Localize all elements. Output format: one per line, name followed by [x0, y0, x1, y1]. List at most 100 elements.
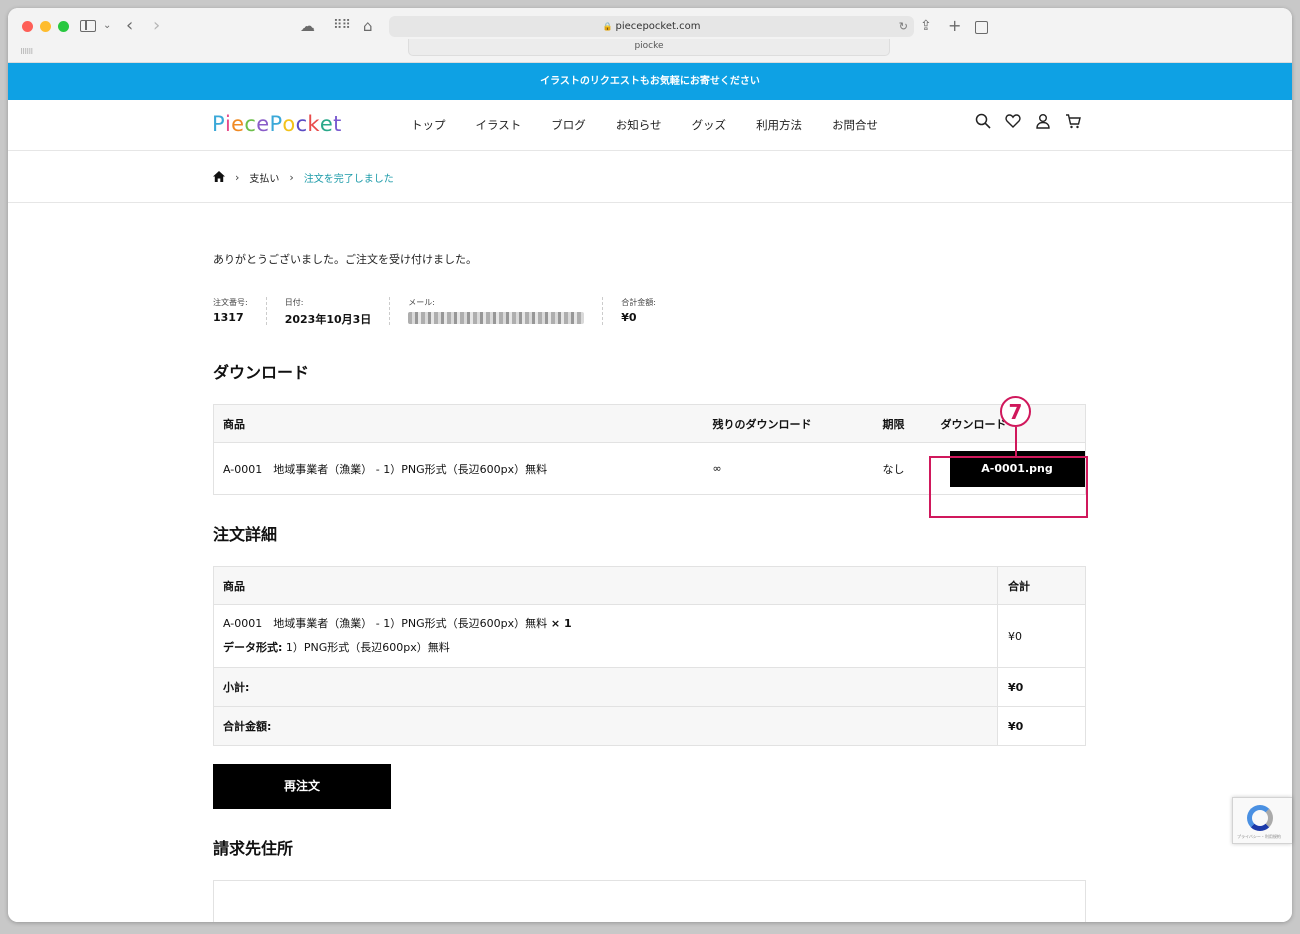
nav-item-1[interactable]: イラスト — [476, 117, 522, 133]
web-page: イラストのリクエストもお気軽にお寄せください PiecePocket トップ イラ… — [8, 63, 1292, 922]
downloads-title: ダウンロード — [213, 363, 310, 382]
subtotal-row: 小計: ¥0 — [213, 667, 1086, 707]
order-item-meta: データ形式: 1）PNG形式（長辺600px）無料 — [223, 636, 997, 660]
share-icon[interactable]: ⇪ — [920, 16, 932, 36]
order-item-qty: × 1 — [547, 617, 572, 630]
order-number-value: 1317 — [213, 311, 244, 324]
order-date-value: 2023年10月3日 — [284, 313, 372, 326]
cart-icon[interactable] — [1063, 113, 1082, 133]
order-received-content: ありがとうございました。ご注文を受け付けました。 注文番号: 1317 日付: … — [213, 211, 1088, 922]
order-details-table: 商品 合計 A-0001 地域事業者（漁業） - 1）PNG形式（長辺600px… — [213, 566, 1086, 746]
logo-letter: P — [212, 112, 225, 136]
chevron-right-icon: › — [235, 171, 240, 184]
zoom-window-button[interactable] — [58, 21, 69, 32]
step-marker: 7 — [1000, 396, 1031, 427]
logo-letter: e — [231, 112, 245, 136]
order-total-value: ¥0 — [621, 311, 637, 324]
col-expires: 期限 — [873, 404, 932, 443]
nav-item-3[interactable]: お知らせ — [616, 117, 662, 133]
downloads-section: 商品 残りのダウンロード 期限 ダウンロード A-0001 地域事業者（漁業） … — [213, 396, 1088, 518]
chevron-right-icon: › — [289, 171, 294, 184]
nav-item-4[interactable]: グッズ — [692, 117, 727, 133]
order-email-label: メール: — [408, 298, 435, 307]
order-total-label: 合計金額: — [621, 298, 656, 307]
site-header: PiecePocket トップ イラスト ブログ お知らせ グッズ 利用方法 お問合せ — [8, 100, 1292, 151]
logo-letter: t — [333, 112, 342, 136]
logo-letter: c — [244, 112, 257, 136]
home-icon[interactable]: ⌂ — [363, 16, 373, 36]
nav-item-2[interactable]: ブログ — [551, 117, 586, 133]
tab-overview-icon[interactable] — [975, 21, 988, 34]
logo-letter: P — [269, 112, 283, 136]
recaptcha-text[interactable]: プライバシー・利用規約 — [1237, 834, 1281, 840]
table-header-row: 商品 残りのダウンロード 期限 ダウンロード — [213, 404, 1086, 443]
address-bar[interactable]: 🔒 piecepocket.com ↻ — [389, 16, 914, 37]
browser-toolbar: ⌄ ‹ › ☁ ⠿⠿ ⌂ 🔒 piecepocket.com ↻ piocke ⇪… — [8, 8, 1292, 63]
logo-letter: o — [282, 112, 296, 136]
forward-button[interactable]: › — [153, 16, 160, 36]
promo-banner[interactable]: イラストのリクエストもお気軽にお寄せください — [8, 63, 1292, 100]
download-product[interactable]: A-0001 地域事業者（漁業） - 1）PNG形式（長辺600px）無料 — [214, 443, 704, 495]
sidebar-toggle-icon[interactable] — [80, 20, 96, 32]
logo-letter: k — [307, 112, 320, 136]
home-icon[interactable] — [213, 170, 225, 185]
table-row: A-0001 地域事業者（漁業） - 1）PNG形式（長辺600px）無料 × … — [213, 604, 1086, 668]
subtotal-value: ¥0 — [997, 667, 1086, 707]
order-item-total: ¥0 — [997, 604, 1086, 668]
order-number-label: 注文番号: — [213, 298, 248, 307]
order-item-name[interactable]: A-0001 地域事業者（漁業） - 1）PNG形式（長辺600px）無料 — [223, 617, 547, 630]
nav-item-5[interactable]: 利用方法 — [756, 117, 802, 133]
logo-letter: c — [295, 112, 308, 136]
reorder-button[interactable]: 再注文 — [213, 764, 391, 809]
minimize-window-button[interactable] — [40, 21, 51, 32]
format-value: 1）PNG形式（長辺600px）無料 — [282, 641, 450, 654]
nav-item-0[interactable]: トップ — [411, 117, 446, 133]
billing-address-box — [213, 880, 1086, 922]
back-button[interactable]: ‹ — [126, 16, 133, 36]
order-overview: 注文番号: 1317 日付: 2023年10月3日 メール: 合計金額: ¥0 — [213, 297, 1086, 326]
highlight-box — [929, 456, 1088, 518]
tab-strip-icon[interactable]: ⠿⠿⠿ — [20, 48, 33, 56]
url-text: piecepocket.com — [615, 21, 701, 32]
recaptcha-badge[interactable]: プライバシー・利用規約 — [1232, 797, 1292, 844]
close-window-button[interactable] — [22, 21, 33, 32]
search-icon[interactable] — [973, 113, 992, 133]
order-date-label: 日付: — [284, 298, 304, 307]
download-expires: なし — [882, 462, 905, 476]
icloud-tabs-icon[interactable]: ☁ — [300, 16, 315, 36]
breadcrumb-bar: › 支払い › 注文を完了しました — [8, 151, 1292, 203]
site-logo[interactable]: PiecePocket — [212, 112, 342, 136]
total-value: ¥0 — [997, 706, 1086, 746]
email-blurred — [408, 312, 585, 324]
order-number: 注文番号: 1317 — [213, 297, 267, 325]
col-product: 商品 — [213, 566, 998, 605]
new-tab-button[interactable]: + — [948, 16, 961, 36]
logo-letter: e — [319, 112, 334, 136]
browser-window: ⌄ ‹ › ☁ ⠿⠿ ⌂ 🔒 piecepocket.com ↻ piocke ⇪… — [8, 8, 1292, 922]
reload-icon[interactable]: ↻ — [899, 16, 908, 37]
breadcrumb-item-payment[interactable]: 支払い — [249, 170, 279, 185]
billing-address-title: 請求先住所 — [213, 839, 294, 858]
heart-icon[interactable] — [1003, 113, 1022, 133]
nav-item-6[interactable]: お問合せ — [832, 117, 878, 133]
order-date: 日付: 2023年10月3日 — [267, 297, 391, 326]
thank-you-message: ありがとうございました。ご注文を受け付けました。 — [213, 253, 477, 266]
order-details-title: 注文詳細 — [213, 525, 278, 544]
grid-icon[interactable]: ⠿⠿ — [333, 16, 351, 36]
recaptcha-icon — [1247, 805, 1273, 831]
main-nav: トップ イラスト ブログ お知らせ グッズ 利用方法 お問合せ — [411, 117, 908, 133]
total-label: 合計金額: — [213, 706, 998, 746]
col-product: 商品 — [213, 404, 704, 443]
user-icon[interactable] — [1033, 113, 1052, 133]
col-remaining: 残りのダウンロード — [703, 404, 874, 443]
lock-icon: 🔒 — [602, 22, 613, 31]
format-label: データ形式: — [223, 641, 283, 654]
table-header-row: 商品 合計 — [213, 566, 1086, 605]
logo-letter: e — [256, 112, 270, 136]
chevron-down-icon[interactable]: ⌄ — [103, 16, 111, 36]
tab-preview[interactable]: piocke — [408, 39, 890, 56]
col-total: 合計 — [997, 566, 1086, 605]
order-item: A-0001 地域事業者（漁業） - 1）PNG形式（長辺600px）無料 × … — [223, 612, 997, 636]
subtotal-label: 小計: — [213, 667, 998, 707]
header-icons — [973, 113, 1082, 133]
